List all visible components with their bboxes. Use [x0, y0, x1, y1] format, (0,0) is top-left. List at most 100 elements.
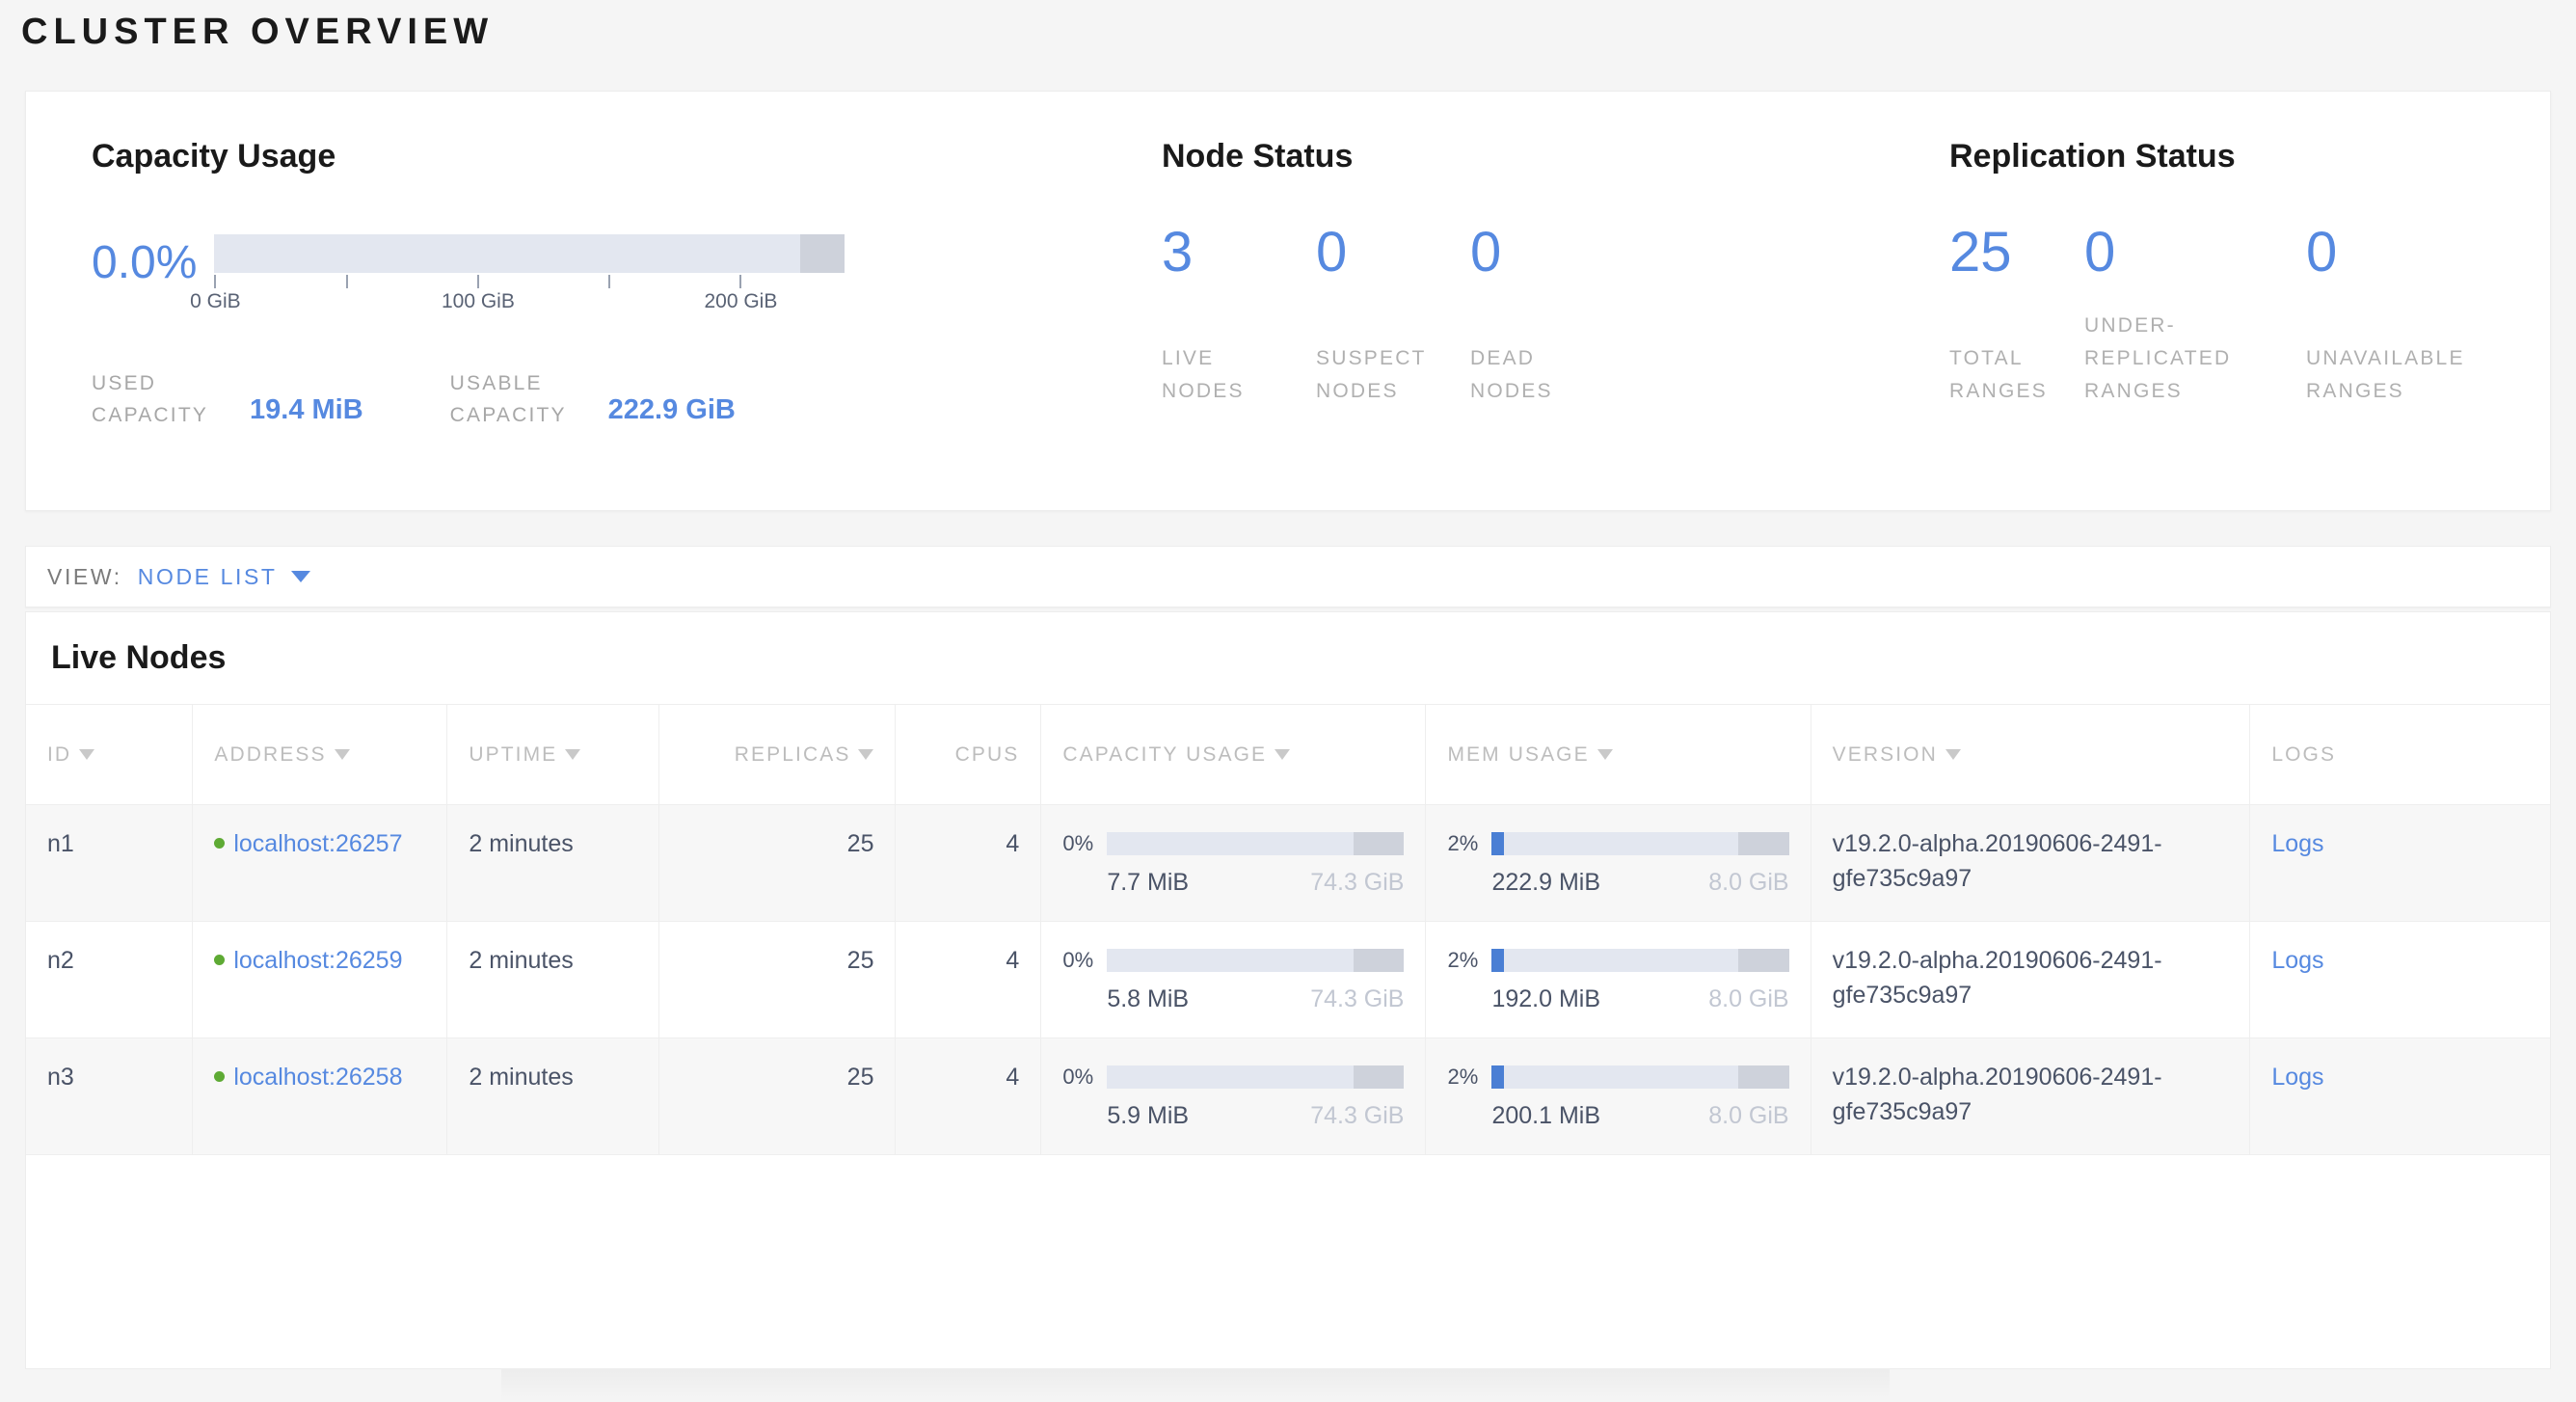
cell-mem-usage-bar-fill	[1491, 832, 1503, 855]
sort-caret-icon[interactable]	[858, 749, 873, 760]
cell-replicas: 25	[659, 805, 896, 922]
column-header-mem_usage[interactable]: MEM USAGE	[1426, 705, 1811, 805]
cell-mem-usage-total: 8.0 GiB	[1708, 1098, 1788, 1133]
cell-capacity-usage-used: 7.7 MiB	[1107, 865, 1189, 900]
cell-mem-usage-used: 200.1 MiB	[1491, 1098, 1600, 1133]
column-header-label: ADDRESS	[214, 743, 326, 766]
cell-address[interactable]: localhost:26259	[193, 922, 447, 1038]
node-status-item: 0DEADNODES	[1470, 222, 1663, 283]
column-header-version[interactable]: VERSION	[1811, 705, 2250, 805]
usable-capacity-label: Usable Capacity	[450, 367, 604, 431]
cell-uptime: 2 minutes	[447, 805, 659, 922]
capacity-bar-usable	[214, 234, 799, 273]
capacity-usage-section: Capacity Usage 0.0% 0 GiB100 GiB200 GiB	[68, 92, 1090, 510]
replication-status-item: 0UNAVAILABLERANGES	[2306, 222, 2528, 283]
cell-cpus: 4	[896, 922, 1041, 1038]
address-link[interactable]: localhost:26257	[233, 830, 402, 857]
sort-caret-icon[interactable]	[565, 749, 580, 760]
node-status-heading: Node Status	[1162, 138, 1353, 175]
cell-capacity-usage-bar	[1107, 949, 1404, 972]
capacity-axis-tick-label: 200 GiB	[704, 290, 777, 313]
cluster-overview-page: CLUSTER OVERVIEW Capacity Usage 0.0% 0 G…	[0, 0, 2576, 1402]
cell-capacity-usage-total: 74.3 GiB	[1310, 865, 1404, 900]
cell-logs[interactable]: Logs	[2250, 1038, 2550, 1155]
capacity-axis-tick	[608, 275, 610, 288]
bottom-scroll-shadow	[0, 1369, 2576, 1402]
cell-capacity-usage-bar	[1107, 832, 1404, 855]
logs-link[interactable]: Logs	[2271, 830, 2323, 857]
cell-mem-usage-bar	[1491, 832, 1788, 855]
node-status-dot-icon	[214, 838, 225, 849]
view-selector-value[interactable]: NODE LIST	[138, 564, 278, 590]
capacity-axis-tick	[739, 275, 741, 288]
node-status-stats: 3LIVENODES0SUSPECTNODES0DEADNODES	[1162, 222, 1663, 283]
cell-address[interactable]: localhost:26258	[193, 1038, 447, 1155]
cell-logs[interactable]: Logs	[2250, 922, 2550, 1038]
capacity-stats: Used Capacity 19.4 MiB Usable Capacity 2…	[92, 367, 736, 431]
cell-mem-usage: 2%192.0 MiB8.0 GiB	[1426, 922, 1811, 1038]
cell-uptime: 2 minutes	[447, 1038, 659, 1155]
sort-caret-icon[interactable]	[1597, 749, 1613, 760]
nodes-table: ID ADDRESS UPTIMEREPLICAS CPUS CAPACITY USAG…	[26, 704, 2550, 1155]
cell-cpus: 4	[896, 1038, 1041, 1155]
node-status-section: Node Status 3LIVENODES0SUSPECTNODES0DEAD…	[1162, 92, 1933, 510]
cell-capacity-usage: 0%5.9 MiB74.3 GiB	[1041, 1038, 1426, 1155]
sort-caret-icon[interactable]	[79, 749, 94, 760]
nodes-table-body: n1localhost:262572 minutes2540%7.7 MiB74…	[26, 805, 2550, 1155]
column-header-uptime[interactable]: UPTIME	[447, 705, 659, 805]
column-header-replicas[interactable]: REPLICAS	[659, 705, 896, 805]
cell-mem-usage-percent: 2%	[1447, 1060, 1491, 1094]
column-header-id[interactable]: ID	[26, 705, 193, 805]
capacity-usage-heading: Capacity Usage	[92, 138, 335, 175]
sort-caret-icon[interactable]	[1945, 749, 1961, 760]
replication-status-value: 0	[2306, 222, 2528, 283]
cell-logs[interactable]: Logs	[2250, 805, 2550, 922]
cell-capacity-usage-used: 5.8 MiB	[1107, 982, 1189, 1016]
cell-mem-usage-bar	[1491, 1065, 1788, 1089]
column-header-label: CPUS	[955, 743, 1020, 766]
column-header-capacity_usage[interactable]: CAPACITY USAGE	[1041, 705, 1426, 805]
table-row[interactable]: n1localhost:262572 minutes2540%7.7 MiB74…	[26, 805, 2550, 922]
cell-version: v19.2.0-alpha.20190606-2491-gfe735c9a97	[1811, 805, 2250, 922]
cell-mem-usage-bar-fill	[1491, 949, 1503, 972]
node-status-dot-icon	[214, 955, 225, 965]
column-header-address[interactable]: ADDRESS	[193, 705, 447, 805]
cell-capacity-usage-percent: 0%	[1062, 943, 1107, 978]
live-nodes-title: Live Nodes	[51, 639, 2550, 677]
replication-status-stats: 25TOTALRANGES0UNDER-REPLICATEDRANGES0UNA…	[1949, 222, 2528, 283]
capacity-usage-chart-row: 0.0% 0 GiB100 GiB200 GiB	[92, 234, 845, 323]
capacity-axis-tick-label: 100 GiB	[442, 290, 515, 313]
cell-capacity-usage: 0%5.8 MiB 74.3 GiB	[1041, 922, 1426, 1038]
node-status-item: 0SUSPECTNODES	[1316, 222, 1470, 283]
replication-status-caption: TOTALRANGES	[1949, 342, 2048, 408]
replication-status-value: 25	[1949, 222, 2084, 283]
cell-mem-usage: 2%222.9 MiB8.0 GiB	[1426, 805, 1811, 922]
sort-caret-icon[interactable]	[335, 749, 350, 760]
cell-capacity-usage-bar-remainder	[1354, 832, 1404, 855]
replication-status-item: 25TOTALRANGES	[1949, 222, 2084, 283]
column-header-cpus: CPUS	[896, 705, 1041, 805]
cell-mem-usage-percent: 2%	[1447, 826, 1491, 861]
logs-link[interactable]: Logs	[2271, 1064, 2323, 1091]
address-link[interactable]: localhost:26259	[233, 947, 402, 974]
cell-capacity-usage-used: 5.9 MiB	[1107, 1098, 1189, 1133]
capacity-percent-label: 0.0%	[92, 238, 197, 288]
capacity-axis-tick	[477, 275, 479, 288]
view-selector-bar: VIEW: NODE LIST	[25, 546, 2551, 607]
sort-caret-icon[interactable]	[1275, 749, 1290, 760]
cell-mem-usage: 2%200.1 MiB 8.0 GiB	[1426, 1038, 1811, 1155]
table-row[interactable]: n3localhost:262582 minutes2540%5.9 MiB74…	[26, 1038, 2550, 1155]
node-status-caption: DEADNODES	[1470, 342, 1553, 408]
node-status-value: 0	[1316, 222, 1470, 283]
address-link[interactable]: localhost:26258	[233, 1064, 402, 1091]
chevron-down-icon[interactable]	[291, 571, 310, 582]
cell-address[interactable]: localhost:26257	[193, 805, 447, 922]
cell-id: n2	[26, 922, 193, 1038]
column-header-logs: LOGS	[2250, 705, 2550, 805]
logs-link[interactable]: Logs	[2271, 947, 2323, 974]
table-row[interactable]: n2localhost:262592 minutes2540%5.8 MiB74…	[26, 922, 2550, 1038]
cell-id: n3	[26, 1038, 193, 1155]
node-status-caption: SUSPECTNODES	[1316, 342, 1427, 408]
cell-capacity-usage-total: 74.3 GiB	[1310, 982, 1404, 1016]
cell-mem-usage-bar-remainder	[1738, 1065, 1788, 1089]
